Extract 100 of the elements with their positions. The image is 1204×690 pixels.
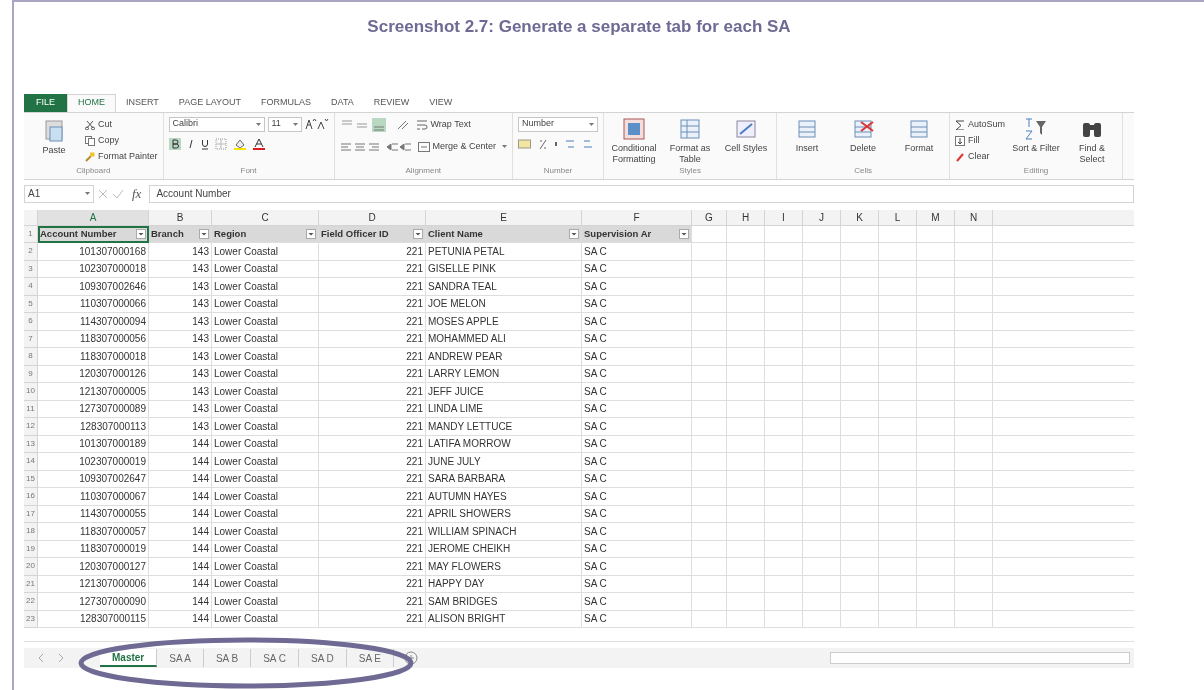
empty-cell[interactable]	[803, 523, 841, 541]
empty-cell[interactable]	[917, 435, 955, 453]
empty-cell[interactable]	[765, 330, 803, 348]
empty-cell[interactable]	[917, 610, 955, 628]
empty-cell[interactable]	[727, 540, 765, 558]
empty-cell[interactable]	[803, 610, 841, 628]
column-letter[interactable]: I	[765, 209, 803, 226]
empty-cell[interactable]	[765, 610, 803, 628]
empty-cell[interactable]	[841, 260, 879, 278]
empty-cell[interactable]	[727, 260, 765, 278]
empty-cell[interactable]	[803, 313, 841, 331]
empty-cell[interactable]	[727, 243, 765, 261]
row-number[interactable]: 12	[24, 418, 38, 436]
empty-cell[interactable]	[803, 243, 841, 261]
empty-cell[interactable]	[955, 260, 993, 278]
empty-cell[interactable]	[765, 470, 803, 488]
empty-cell[interactable]	[917, 523, 955, 541]
empty-cell[interactable]	[692, 348, 727, 366]
font-name-field[interactable]: Calibri	[168, 116, 265, 132]
empty-cell[interactable]	[727, 278, 765, 296]
empty-cell[interactable]	[841, 418, 879, 436]
row-number[interactable]: 20	[24, 558, 38, 576]
column-letter[interactable]: K	[841, 209, 879, 226]
empty-cell[interactable]	[955, 593, 993, 611]
column-letter[interactable]: C	[212, 209, 319, 226]
empty-cell[interactable]	[765, 593, 803, 611]
column-letter[interactable]: M	[917, 209, 955, 226]
empty-cell[interactable]	[955, 243, 993, 261]
ribbon-tab[interactable]: INSERT	[116, 93, 169, 112]
ribbon-button[interactable]: Wrap Text	[430, 117, 471, 132]
empty-cell[interactable]	[917, 278, 955, 296]
empty-cell[interactable]	[692, 243, 727, 261]
empty-cell[interactable]	[879, 260, 917, 278]
empty-cell[interactable]	[727, 558, 765, 576]
empty-cell[interactable]	[955, 488, 993, 506]
ribbon-button[interactable]: Fill	[968, 133, 980, 148]
empty-cell[interactable]	[917, 260, 955, 278]
empty-cell[interactable]	[955, 365, 993, 383]
sheet-tab[interactable]: SA E	[346, 649, 395, 667]
empty-cell[interactable]	[879, 488, 917, 506]
empty-cell[interactable]	[879, 523, 917, 541]
empty-cell[interactable]	[803, 348, 841, 366]
empty-cell[interactable]	[803, 470, 841, 488]
empty-cell[interactable]	[765, 313, 803, 331]
empty-cell[interactable]	[765, 400, 803, 418]
empty-cell[interactable]	[692, 330, 727, 348]
ribbon-tab[interactable]: PAGE LAYOUT	[168, 93, 252, 112]
empty-cell[interactable]	[765, 295, 803, 313]
empty-cell[interactable]	[917, 383, 955, 401]
empty-cell[interactable]	[803, 365, 841, 383]
empty-cell[interactable]	[917, 540, 955, 558]
empty-cell[interactable]	[879, 418, 917, 436]
empty-cell[interactable]	[765, 540, 803, 558]
empty-cell[interactable]	[727, 365, 765, 383]
ribbon-button[interactable]: Paste	[42, 144, 66, 156]
empty-cell[interactable]	[917, 365, 955, 383]
empty-cell[interactable]	[955, 435, 993, 453]
column-letter[interactable]: D	[319, 209, 426, 226]
function-button[interactable]: fx	[128, 183, 146, 204]
empty-cell[interactable]	[879, 505, 917, 523]
empty-cell[interactable]	[692, 365, 727, 383]
ribbon-tab[interactable]: FILE	[24, 93, 67, 112]
empty-cell[interactable]	[765, 348, 803, 366]
column-letter[interactable]: E	[426, 209, 582, 226]
empty-cell[interactable]	[692, 593, 727, 611]
row-number[interactable]: 22	[24, 593, 38, 611]
column-letter[interactable]: G	[692, 209, 727, 226]
sheet-tab[interactable]: SA A	[157, 649, 204, 667]
empty-cell[interactable]	[955, 418, 993, 436]
column-letter[interactable]: B	[149, 209, 212, 226]
empty-cell[interactable]	[803, 593, 841, 611]
empty-cell[interactable]	[917, 348, 955, 366]
font-size-field[interactable]: 11	[267, 116, 302, 132]
empty-cell[interactable]	[917, 558, 955, 576]
empty-cell[interactable]	[879, 383, 917, 401]
empty-cell[interactable]	[879, 575, 917, 593]
empty-cell[interactable]	[692, 278, 727, 296]
ribbon-button[interactable]: Conditional Formatting	[609, 142, 660, 165]
empty-cell[interactable]	[841, 295, 879, 313]
empty-cell[interactable]	[727, 488, 765, 506]
empty-cell[interactable]	[803, 453, 841, 471]
sheet-tab[interactable]: SA B	[203, 649, 252, 667]
empty-cell[interactable]	[803, 225, 841, 243]
empty-cell[interactable]	[765, 243, 803, 261]
empty-cell[interactable]	[955, 453, 993, 471]
empty-cell[interactable]	[879, 558, 917, 576]
empty-cell[interactable]	[765, 523, 803, 541]
empty-cell[interactable]	[955, 575, 993, 593]
empty-cell[interactable]	[692, 558, 727, 576]
empty-cell[interactable]	[803, 435, 841, 453]
empty-cell[interactable]	[841, 540, 879, 558]
empty-cell[interactable]	[803, 558, 841, 576]
empty-cell[interactable]	[803, 418, 841, 436]
empty-cell[interactable]	[765, 488, 803, 506]
empty-cell[interactable]	[727, 610, 765, 628]
ribbon-button[interactable]: Delete	[850, 142, 877, 154]
column-letter[interactable]: A	[38, 209, 149, 226]
empty-cell[interactable]	[841, 278, 879, 296]
row-number[interactable]: 2	[24, 243, 38, 261]
empty-cell[interactable]	[841, 470, 879, 488]
